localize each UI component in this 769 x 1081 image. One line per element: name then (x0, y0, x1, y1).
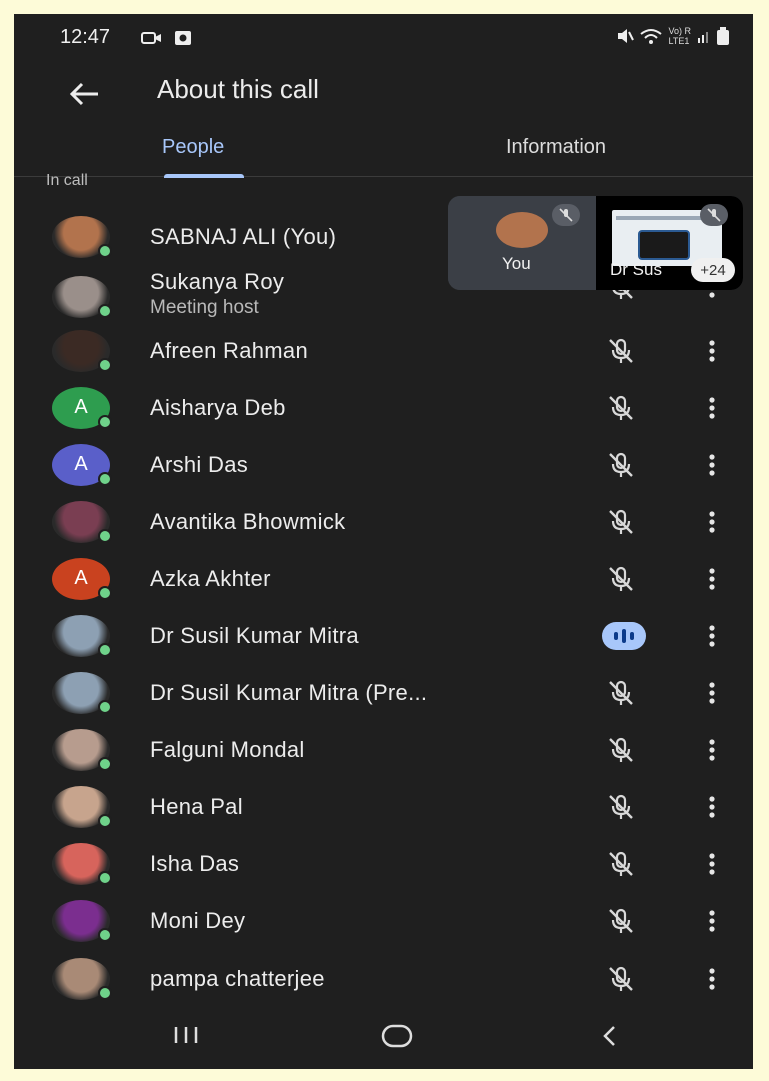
back-arrow-icon[interactable] (66, 76, 102, 112)
mic-off-icon[interactable] (606, 337, 636, 365)
participant-name: Dr Susil Kumar Mitra (Pre... (150, 679, 428, 705)
tab-people[interactable]: People (162, 136, 245, 178)
online-status-dot (98, 699, 112, 714)
mic-off-icon (552, 204, 580, 226)
more-options-icon[interactable] (704, 624, 720, 648)
participant-row[interactable]: A Arshi Das (14, 436, 753, 493)
participant-name: Isha Das (150, 850, 240, 876)
screen-record-icon (175, 31, 191, 45)
online-status-dot (98, 985, 112, 1000)
status-right-icons: Vo) R LTE1 (616, 26, 729, 46)
online-status-dot (98, 471, 112, 486)
mic-off-icon[interactable] (606, 965, 636, 993)
participant-name: Afreen Rahman (150, 337, 308, 363)
recent-apps-icon[interactable] (170, 1023, 202, 1047)
shared-screen-device (638, 230, 690, 260)
participant-row[interactable]: A Azka Akhter (14, 550, 753, 607)
status-bar: 12:47 Vo) R LTE1 (14, 14, 753, 60)
participant-role: Meeting host (150, 297, 259, 318)
call-tiles[interactable]: You Dr Sus +24 (448, 196, 743, 290)
online-status-dot (98, 870, 112, 885)
tile-you[interactable]: You (448, 196, 596, 290)
participant-name: Hena Pal (150, 793, 243, 819)
online-status-dot (98, 585, 112, 600)
online-status-dot (98, 813, 112, 828)
participant-name: Falguni Mondal (150, 736, 305, 762)
participant-name: Azka Akhter (150, 565, 271, 591)
more-options-icon[interactable] (704, 453, 720, 477)
participant-row[interactable]: Falguni Mondal (14, 721, 753, 778)
mic-off-icon[interactable] (606, 736, 636, 764)
participant-row[interactable]: Moni Dey (14, 892, 753, 949)
battery-icon (717, 27, 729, 45)
participant-name: Moni Dey (150, 907, 246, 933)
participant-name: Arshi Das (150, 451, 249, 477)
online-status-dot (98, 756, 112, 771)
participant-row[interactable]: Avantika Bhowmick (14, 493, 753, 550)
mic-off-icon[interactable] (606, 793, 636, 821)
signal-icon (698, 32, 708, 43)
mic-off-icon[interactable] (606, 451, 636, 479)
more-options-icon[interactable] (704, 510, 720, 534)
more-options-icon[interactable] (704, 738, 720, 762)
network-label: Vo) R LTE1 (668, 26, 691, 46)
video-call-icon (141, 32, 161, 44)
more-options-icon[interactable] (704, 909, 720, 933)
more-options-icon[interactable] (704, 396, 720, 420)
mic-off-icon (700, 204, 728, 226)
mic-off-icon[interactable] (606, 850, 636, 878)
page-title: About this call (157, 74, 319, 104)
home-icon[interactable] (380, 1023, 414, 1049)
tile-you-label: You (502, 254, 531, 273)
participant-name: Sukanya Roy (150, 269, 285, 294)
navigation-bar (14, 1009, 753, 1069)
mic-off-icon[interactable] (606, 508, 636, 536)
more-options-icon[interactable] (704, 339, 720, 363)
online-status-dot (98, 243, 112, 258)
participant-row[interactable]: Hena Pal (14, 778, 753, 835)
more-participants-badge[interactable]: +24 (691, 258, 735, 282)
mute-notification-icon (618, 29, 635, 43)
online-status-dot (98, 357, 112, 372)
tile-dr-label: Dr Sus (610, 260, 662, 279)
online-status-dot (98, 642, 112, 657)
more-options-icon[interactable] (704, 681, 720, 705)
tile-you-avatar (496, 212, 548, 248)
online-status-dot (98, 304, 112, 318)
participant-name: Dr Susil Kumar Mitra (150, 622, 359, 648)
status-time: 12:47 (60, 26, 111, 48)
participant-row[interactable]: Dr Susil Kumar Mitra (Pre... (14, 664, 753, 721)
participant-row[interactable]: Isha Das (14, 835, 753, 892)
more-options-icon[interactable] (704, 795, 720, 819)
section-label: In call (46, 172, 88, 189)
tab-bar: People Information (14, 126, 753, 178)
tab-information[interactable]: Information (506, 136, 606, 176)
online-status-dot (98, 927, 112, 942)
participant-row[interactable]: pampa chatterjee (14, 950, 753, 1007)
speaking-indicator-icon (602, 621, 646, 650)
back-nav-icon[interactable] (598, 1023, 622, 1049)
participant-name: Avantika Bhowmick (150, 508, 346, 534)
participant-name: pampa chatterjee (150, 965, 325, 991)
online-status-dot (98, 528, 112, 543)
wifi-icon (640, 29, 663, 44)
participant-name: Aisharya Deb (150, 394, 286, 420)
participant-row[interactable]: Dr Susil Kumar Mitra (14, 607, 753, 664)
participant-row[interactable]: A Aisharya Deb (14, 379, 753, 436)
online-status-dot (98, 414, 112, 429)
tile-dr-susil[interactable]: Dr Sus +24 (596, 196, 743, 290)
more-options-icon[interactable] (704, 567, 720, 591)
phone-screen: 12:47 Vo) R LTE1 About this call People … (14, 14, 753, 1069)
mic-off-icon[interactable] (606, 907, 636, 935)
participant-name: SABNAJ ALI (You) (150, 223, 337, 249)
more-options-icon[interactable] (704, 852, 720, 876)
mic-off-icon[interactable] (606, 565, 636, 593)
mic-off-icon[interactable] (606, 679, 636, 707)
more-options-icon[interactable] (704, 967, 720, 991)
participant-row[interactable]: Afreen Rahman (14, 322, 753, 379)
mic-off-icon[interactable] (606, 394, 636, 422)
